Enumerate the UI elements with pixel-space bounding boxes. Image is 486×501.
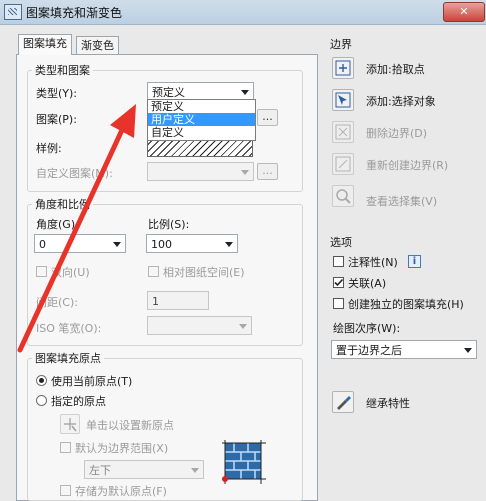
red-arrow-annotation (17, 104, 136, 353)
